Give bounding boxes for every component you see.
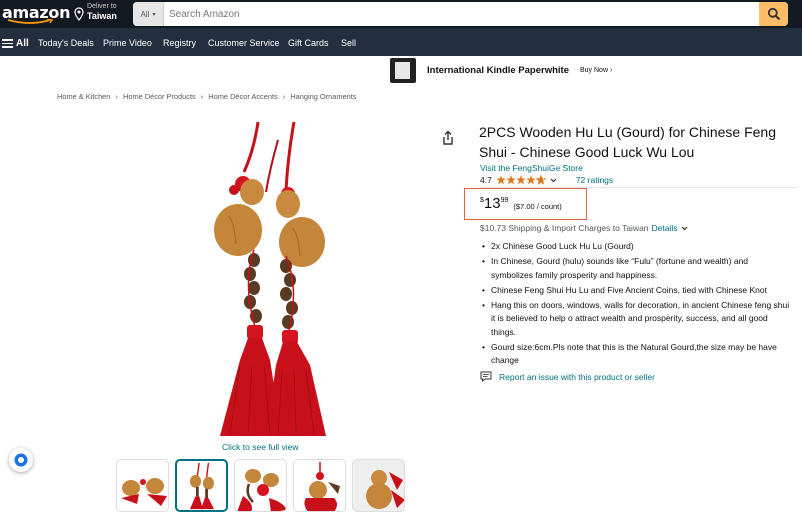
rating-value: 4.7 [480, 175, 492, 185]
star-full-icon [496, 175, 506, 185]
breadcrumb-separator: › [200, 92, 204, 101]
thumbnail-4[interactable] [293, 459, 346, 512]
ad-title: International Kindle Paperwhite [427, 64, 569, 76]
thumbnail-4-image [304, 462, 340, 511]
location-pin-icon [74, 7, 84, 21]
main-product-image[interactable] [170, 120, 330, 438]
thumbnail-3[interactable] [234, 459, 287, 512]
rating-row: 4.7 72 ratings [480, 175, 613, 185]
breadcrumb-hanging-ornaments[interactable]: Hanging Ornaments [290, 92, 356, 101]
report-icon [480, 371, 492, 382]
search-category-dropdown[interactable]: All ▾ [133, 2, 164, 26]
breadcrumb: Home & Kitchen › Home Décor Products › H… [57, 92, 356, 101]
kindle-device-image [390, 57, 416, 83]
full-view-link[interactable]: Click to see full view [222, 442, 299, 452]
thumbnail-2-selected[interactable] [175, 459, 228, 512]
breadcrumb-separator: › [282, 92, 286, 101]
ad-buy-now-link[interactable]: Buy Now › [580, 67, 612, 74]
star-half-icon [535, 175, 546, 185]
thumbnail-2-image [189, 462, 214, 510]
thumbnail-1[interactable] [116, 459, 169, 512]
shipping-text: $10.73 Shipping & Import Charges to Taiw… [480, 223, 649, 233]
deliver-label: Deliver to [87, 3, 117, 10]
assistant-button[interactable] [9, 448, 33, 472]
star-rating[interactable] [496, 175, 558, 185]
price-fraction: 99 [500, 197, 509, 204]
nav-bar: All Today's Deals Prime Video Registry C… [0, 28, 802, 56]
product-title: 2PCS Wooden Hu Lu (Gourd) for Chinese Fe… [479, 124, 777, 160]
shipping-details-link[interactable]: Details [652, 223, 678, 233]
feature-bullet: 2x Chinese Good Luck Hu Lu (Gourd) [482, 240, 790, 254]
nav-gift-cards[interactable]: Gift Cards [288, 38, 329, 49]
nav-all-label: All [16, 37, 29, 49]
nav-sell[interactable]: Sell [341, 38, 356, 49]
feature-bullet: Hang this on doors, windows, walls for d… [482, 299, 790, 340]
feature-bullet: Gourd size:6cm.Pls note that this is the… [482, 341, 790, 368]
top-header: amazon Deliver to Taiwan All ▾ [0, 0, 802, 28]
thumbnail-3-image [237, 469, 286, 511]
logo-smile-icon [7, 19, 54, 24]
ratings-count-link[interactable]: 72 ratings [576, 175, 613, 185]
thumbnail-strip [116, 459, 405, 512]
breadcrumb-separator: › [115, 92, 118, 101]
price-whole: 13 [483, 195, 501, 212]
breadcrumb-home-decor-accents[interactable]: Home Décor Accents [208, 92, 277, 101]
shipping-info: $10.73 Shipping & Import Charges to Taiw… [480, 223, 689, 233]
search-button[interactable] [759, 2, 788, 26]
star-full-icon [526, 175, 536, 185]
feature-bullet: In Chinese, Gourd (hulu) sounds like “Fu… [482, 255, 790, 282]
chevron-down-icon[interactable] [549, 176, 558, 185]
share-icon[interactable] [441, 130, 455, 146]
deliver-location: Taiwan [87, 11, 117, 21]
menu-icon [2, 37, 13, 50]
deliver-to[interactable]: Deliver to Taiwan [74, 2, 117, 22]
assistant-icon [14, 453, 28, 467]
star-full-icon [506, 175, 516, 185]
nav-todays-deals[interactable]: Today's Deals [38, 38, 94, 49]
search-input[interactable] [164, 2, 759, 26]
nav-customer-service[interactable]: Customer Service [208, 38, 280, 49]
report-issue-link[interactable]: Report an issue with this product or sel… [480, 371, 655, 382]
report-issue-label: Report an issue with this product or sel… [499, 371, 655, 382]
search-icon [767, 7, 780, 21]
search-category-label: All [140, 9, 150, 19]
chevron-down-icon[interactable] [680, 224, 689, 233]
caret-down-icon: ▾ [152, 11, 156, 18]
feature-bullet: Chinese Feng Shui Hu Lu and Five Ancient… [482, 284, 790, 298]
search-bar: All ▾ [133, 2, 788, 26]
breadcrumb-home-kitchen[interactable]: Home & Kitchen [57, 92, 110, 101]
nav-all-menu[interactable]: All [2, 37, 29, 50]
star-full-icon [516, 175, 526, 185]
feature-bullets: 2x Chinese Good Luck Hu Lu (Gourd) In Ch… [482, 240, 790, 369]
price: $ 13 99 ($7.00 / count) [480, 195, 562, 213]
breadcrumb-home-decor-products[interactable]: Home Décor Products [123, 92, 196, 101]
thumbnail-5-image [366, 470, 404, 509]
nav-prime-video[interactable]: Prime Video [103, 38, 152, 49]
price-per-unit: ($7.00 / count) [513, 202, 562, 211]
kindle-ad-banner[interactable]: International Kindle Paperwhite Buy Now … [390, 57, 612, 83]
store-link[interactable]: Visit the FengShuiGe Store [480, 163, 583, 173]
thumbnail-5[interactable] [352, 459, 405, 512]
nav-registry[interactable]: Registry [163, 38, 196, 49]
thumbnail-1-image [121, 478, 167, 506]
